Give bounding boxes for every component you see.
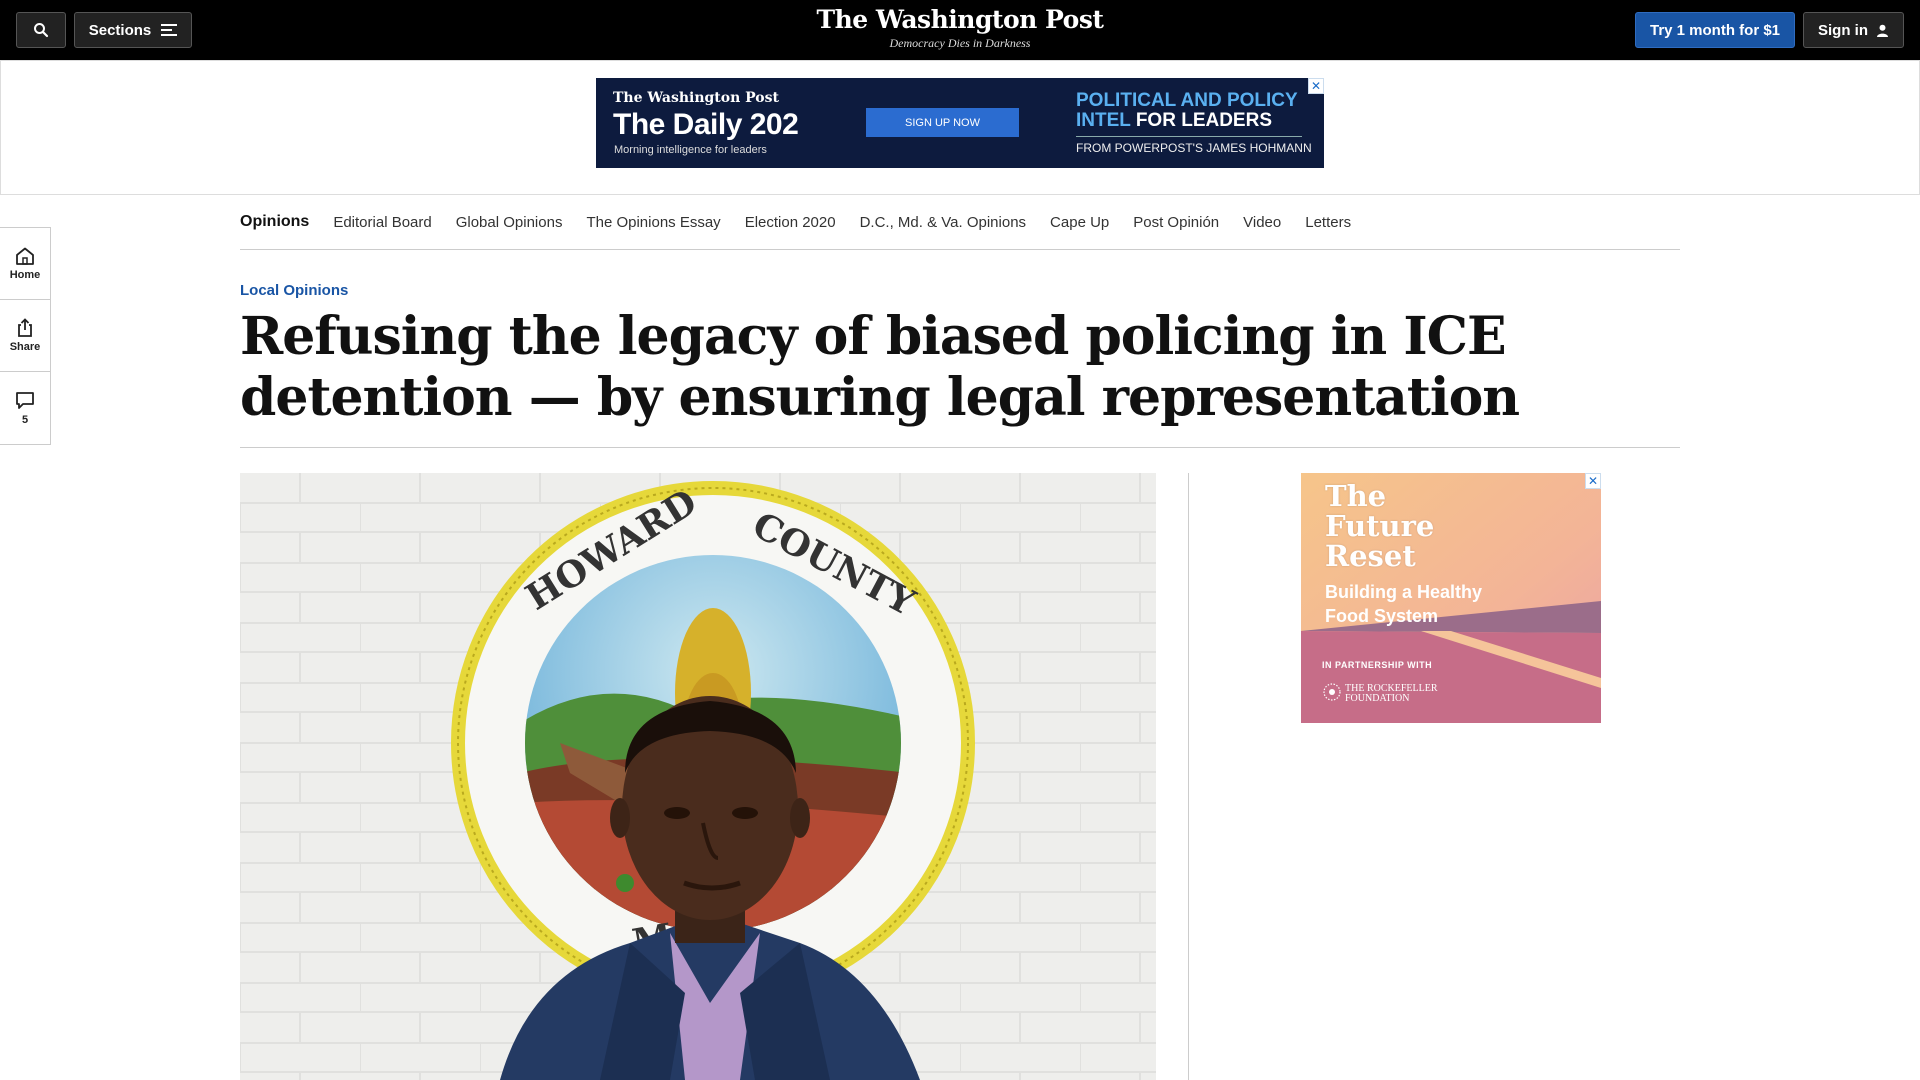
subnav-letters[interactable]: Letters	[1305, 214, 1351, 231]
subnav-cape-up[interactable]: Cape Up	[1050, 214, 1109, 231]
ad-headline-white: FOR LEADERS	[1135, 110, 1273, 131]
rockefeller-logo-icon	[1323, 683, 1341, 701]
subnav-opinions-essay[interactable]: The Opinions Essay	[586, 214, 720, 231]
ad-title: The Daily 202	[613, 108, 799, 141]
user-icon	[1877, 24, 1888, 37]
share-icon	[18, 318, 32, 337]
rail-share-label: Share	[9, 341, 41, 353]
hamburger-icon	[161, 21, 178, 39]
article-kicker[interactable]: Local Opinions	[240, 282, 348, 299]
ad-headline: POLITICAL AND POLICY INTEL FOR LEADERS	[1076, 91, 1324, 131]
ad-signup-button[interactable]: SIGN UP NOW	[866, 108, 1019, 137]
top-nav-bar: Sections The Washington Post Democracy D…	[0, 0, 1920, 60]
rail-home-button[interactable]: Home	[0, 228, 50, 300]
sign-in-label: Sign in	[1818, 21, 1868, 39]
side-ad-subtitle: Building a Healthy Food System	[1325, 582, 1483, 626]
subnav-post-opinion[interactable]: Post Opinión	[1133, 214, 1219, 231]
article-lead-photo[interactable]: HOWARD COUNTY MA	[240, 473, 1156, 1080]
rail-share-button[interactable]: Share	[0, 300, 50, 372]
daily-202-ad[interactable]: The Washington Post The Daily 202 Mornin…	[596, 78, 1324, 168]
sections-menu-button[interactable]: Sections	[74, 12, 192, 48]
ad-from-line: FROM POWERPOST'S JAMES HOHMANN	[1076, 141, 1312, 155]
rail-comments-count: 5	[21, 413, 29, 426]
subnav-editorial-board[interactable]: Editorial Board	[333, 214, 431, 231]
sections-label: Sections	[88, 21, 152, 39]
home-icon	[16, 247, 34, 265]
top-ad-close-icon[interactable]: ✕	[1308, 78, 1324, 94]
subnav-video[interactable]: Video	[1243, 214, 1281, 231]
ad-divider	[1076, 136, 1302, 137]
rail-home-label: Home	[9, 268, 41, 281]
site-logo[interactable]: The Washington Post Democracy Dies in Da…	[760, 5, 1160, 51]
comment-icon	[16, 391, 34, 409]
subscribe-trial-label: Try 1 month for $1	[1649, 21, 1781, 39]
sign-in-button[interactable]: Sign in	[1803, 12, 1904, 48]
headline-divider	[240, 447, 1680, 448]
future-reset-ad[interactable]: The Future Reset Building a Healthy Food…	[1301, 473, 1601, 723]
side-ad-close-icon[interactable]: ✕	[1585, 473, 1601, 489]
logo-wordmark: The Washington Post	[816, 5, 1104, 34]
side-ad-title: The Future Reset	[1325, 479, 1435, 573]
left-share-rail: Home Share 5	[0, 227, 51, 445]
subscribe-trial-button[interactable]: Try 1 month for $1	[1635, 12, 1795, 48]
ad-subtitle: Morning intelligence for leaders	[614, 144, 767, 156]
opinions-subnav: Opinions Editorial Board Global Opinions…	[240, 195, 1680, 250]
subnav-election-2020[interactable]: Election 2020	[745, 214, 836, 231]
logo-tagline: Democracy Dies in Darkness	[889, 36, 1031, 50]
side-ad-partner-name: THE ROCKEFELLER FOUNDATION	[1345, 683, 1438, 704]
side-ad-partner-label: IN PARTNERSHIP WITH	[1322, 660, 1433, 670]
subnav-global-opinions[interactable]: Global Opinions	[456, 214, 563, 231]
subnav-dmv-opinions[interactable]: D.C., Md. & Va. Opinions	[860, 214, 1026, 231]
lead-photo-image: HOWARD COUNTY MA	[240, 473, 1156, 1080]
search-button[interactable]	[16, 12, 66, 48]
rail-comments-button[interactable]: 5	[0, 372, 50, 444]
column-divider	[1188, 473, 1189, 1080]
article-headline: Refusing the legacy of biased policing i…	[240, 306, 1520, 428]
subnav-opinions[interactable]: Opinions	[240, 213, 309, 231]
search-icon	[34, 23, 49, 38]
ad-wapo-logo: The Washington Post	[613, 90, 779, 106]
